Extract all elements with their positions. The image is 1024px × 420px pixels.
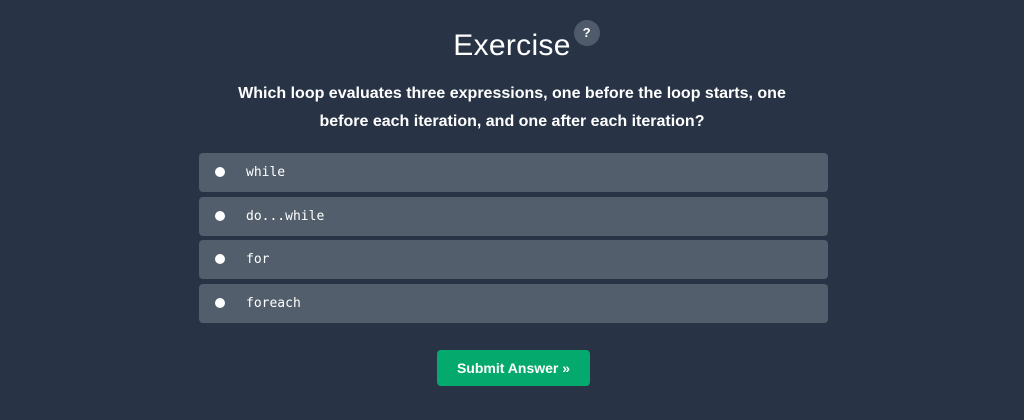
title-wrap: Exercise ? (0, 20, 1024, 66)
option-label: while (246, 165, 286, 180)
question-text: Which loop evaluates three expressions, … (238, 85, 786, 130)
option-foreach[interactable]: foreach (199, 283, 828, 323)
option-label: for (246, 252, 270, 267)
radio-button[interactable] (215, 254, 225, 264)
answer-options: while do...while for foreach (199, 153, 828, 327)
exercise-title-text: Exercise (453, 29, 571, 62)
option-label: foreach (246, 295, 301, 311)
help-icon[interactable]: ? (573, 20, 600, 46)
option-do-while[interactable]: do...while (199, 196, 828, 236)
radio-button[interactable] (215, 210, 225, 221)
exercise-panel: Exercise ? Which loop evaluates three ex… (0, 0, 1024, 420)
exercise-title: Exercise ? (453, 20, 600, 66)
option-label: do...while (246, 208, 325, 224)
option-for[interactable]: for (199, 240, 828, 279)
radio-button[interactable] (215, 167, 225, 177)
radio-button[interactable] (215, 297, 225, 308)
submit-answer-button[interactable]: Submit Answer » (437, 350, 590, 386)
option-while[interactable]: while (199, 153, 828, 192)
